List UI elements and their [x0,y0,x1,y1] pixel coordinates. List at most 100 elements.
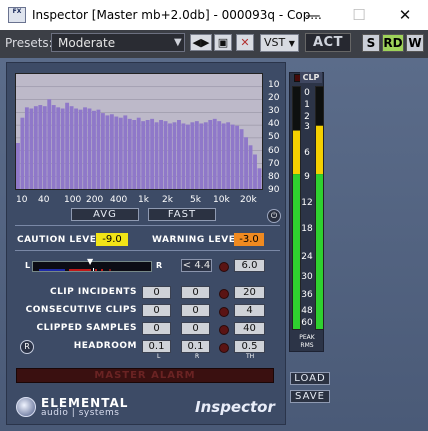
w-button[interactable]: W [406,34,424,52]
minimize-button[interactable]: — [290,0,336,30]
delete-x-icon: ✕ [240,36,250,49]
col-l-label: L [157,353,161,360]
save-button[interactable]: SAVE [290,390,330,403]
db-tick-label: 50 [268,132,280,143]
vst-dropdown[interactable]: VST ▼ [260,34,299,52]
meter-scale-label: 30 [301,272,313,282]
freq-tick-label: 5k [190,195,201,205]
freq-tick-label: 40 [38,195,50,205]
freq-tick-label: 100 [64,195,82,205]
spectrum-bar [239,129,244,189]
spectrum-bar [253,154,257,189]
window-title: Inspector [Master mb+2.0db] - 000093q - … [32,8,322,22]
meter-scale-label: 36 [301,290,313,300]
meter-scale-label: 1 [304,100,310,110]
plugin-name: Inspector [195,398,275,416]
spectrum-bar [172,122,177,189]
db-tick-label: 20 [268,93,280,104]
stat-left-value: 0 [142,286,171,299]
stat-threshold-field[interactable]: 20 [234,286,265,299]
spectrum-bar [60,108,65,189]
stat-label: CONSECUTIVE CLIPS [25,305,137,315]
spectrum-bar [20,117,25,189]
balance-value-field[interactable]: 6.0 [234,259,265,272]
preset-prev-next-button[interactable]: ◀▶ [190,34,212,51]
db-tick-label: 80 [268,171,280,182]
save-preset-button[interactable]: ▣ [214,34,232,51]
rms-label: RMS [300,342,314,349]
meter-scale-label: 6 [304,148,310,158]
fast-button[interactable]: FAST [148,208,216,221]
col-r-label: R [195,353,200,360]
chevron-down-icon[interactable]: ▼ [174,33,188,52]
reset-button[interactable]: R [20,340,34,354]
meter-scale-label: 12 [301,198,313,208]
stat-led [219,307,229,317]
spectrum-bar [83,107,87,189]
balance-right-label: R [156,261,163,270]
brand-subtitle: audio | systems [41,408,120,418]
freq-tick-label: 400 [110,195,128,205]
db-tick-label: 30 [268,106,280,117]
spectrum-bar [123,115,128,189]
meter-scale-label: 48 [301,306,313,316]
spectrum-bar [203,122,208,189]
peak-label: PEAK [299,334,315,341]
spectrum-bar [235,125,240,189]
spectrum-bar [212,118,217,189]
load-button[interactable]: LOAD [290,372,330,385]
spectrum-bar [47,99,52,189]
spectrum-bar [33,106,38,189]
arrow-right-icon: ▶ [201,36,210,49]
meter-right-graph [316,125,323,329]
spectrum-bar [145,120,150,189]
power-icon[interactable]: ⏻ [267,209,281,223]
close-button[interactable]: ✕ [382,0,428,30]
spectrum-bar [118,117,123,189]
spectrum-bar [154,122,159,189]
clip-label[interactable]: CLP [300,72,322,83]
spectrum-bar [74,108,79,189]
stat-threshold-field[interactable]: 40 [234,322,265,335]
act-button[interactable]: ACT [305,33,351,52]
arrow-left-icon: ◀ [192,36,201,49]
balance-indicator: < 4.4 [181,259,212,272]
preset-dropdown[interactable]: Moderate [51,33,185,52]
spectrum-bar [194,121,199,189]
avg-button[interactable]: AVG [71,208,139,221]
meter-scale-label: 3 [304,122,310,132]
delete-preset-button[interactable]: ✕ [236,34,254,51]
spectrum-bar [105,115,110,189]
stat-led [219,289,229,299]
s-button[interactable]: S [362,34,380,52]
app-icon: FX [8,7,26,23]
spectrum-bar [190,122,195,189]
freq-tick-label: 200 [86,195,104,205]
db-tick-label: 10 [268,80,280,90]
spectrum-bar [248,145,253,189]
balance-led [219,262,229,272]
rd-button[interactable]: RD [382,34,404,52]
stat-threshold-field[interactable]: 4 [234,304,265,317]
warning-level-field[interactable]: -3.0 [234,233,264,246]
freq-tick-label: 10 [16,195,28,205]
stat-led [219,325,229,335]
spectrum-bar [199,123,204,189]
db-tick-label: 60 [268,145,280,156]
warning-level-label: WARNING LEVEL [152,235,242,245]
elemental-logo-icon [16,397,36,417]
caution-level-label: CAUTION LEVEL [17,235,103,245]
maximize-button[interactable]: ☐ [336,0,382,30]
divider [15,250,280,251]
stat-left-value: 0 [142,304,171,317]
stat-threshold-field[interactable]: 0.5 [234,340,265,353]
presets-label: Presets: [5,36,53,50]
caution-level-field[interactable]: -9.0 [96,233,128,246]
spectrum-bar [51,105,56,189]
spectrum-bar [100,113,105,189]
stat-label: CLIP INCIDENTS [49,287,137,297]
freq-tick-label: 20k [240,195,257,205]
spectrum-bar [29,108,34,189]
peak-rms-toggle[interactable]: PEAK RMS [296,334,318,350]
spectrum-bar [109,114,114,189]
